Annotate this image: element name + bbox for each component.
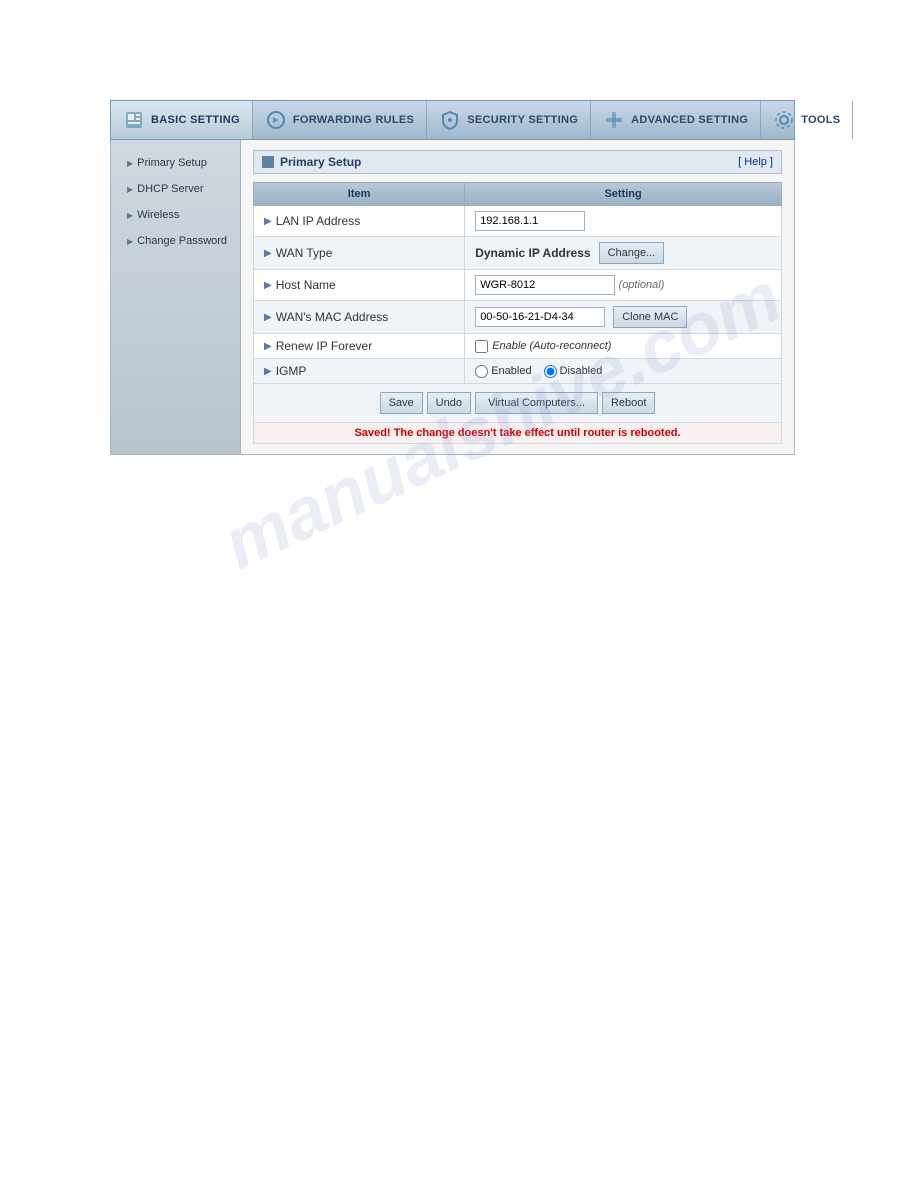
table-row: ▶ WAN Type Dynamic IP Address Change... bbox=[254, 237, 782, 270]
security-icon bbox=[439, 109, 461, 131]
tools-icon bbox=[773, 109, 795, 131]
forwarding-icon bbox=[265, 109, 287, 131]
bullet-icon: ▶ bbox=[127, 237, 133, 246]
top-nav: BASIC SETTING FORWARDING RULES SECURITY … bbox=[110, 100, 795, 140]
row-bullet-icon: ▶ bbox=[264, 216, 272, 227]
row-bullet-icon: ▶ bbox=[264, 248, 272, 259]
row-label-host-name: ▶ Host Name bbox=[254, 270, 465, 301]
sidebar-item-change-password[interactable]: ▶ Change Password bbox=[111, 228, 240, 254]
row-label-lan-ip: ▶ LAN IP Address bbox=[254, 206, 465, 237]
nav-tools[interactable]: TOOLS bbox=[761, 101, 853, 139]
nav-tools-label: TOOLS bbox=[801, 114, 840, 126]
row-label-wan-mac: ▶ WAN's MAC Address bbox=[254, 301, 465, 334]
row-setting-lan-ip bbox=[465, 206, 782, 237]
nav-security-label: SECURITY SETTING bbox=[467, 114, 578, 126]
advanced-icon bbox=[603, 109, 625, 131]
nav-security-setting[interactable]: SECURITY SETTING bbox=[427, 101, 591, 139]
sidebar-item-primary-setup[interactable]: ▶ Primary Setup bbox=[111, 150, 240, 176]
table-row: ▶ IGMP Enabled bbox=[254, 359, 782, 384]
virtual-computers-button[interactable]: Virtual Computers... bbox=[475, 392, 598, 414]
change-wan-button[interactable]: Change... bbox=[599, 242, 665, 264]
sidebar-item-dhcp-server[interactable]: ▶ DHCP Server bbox=[111, 176, 240, 202]
row-setting-igmp: Enabled Disabled bbox=[465, 359, 782, 384]
row-label-igmp: ▶ IGMP bbox=[254, 359, 465, 384]
row-bullet-icon: ▶ bbox=[264, 341, 272, 352]
action-row: Save Undo Virtual Computers... Reboot bbox=[253, 384, 782, 423]
igmp-enabled-label[interactable]: Enabled bbox=[475, 365, 531, 378]
settings-table: Item Setting ▶ LAN IP Address bbox=[253, 182, 782, 384]
content-panel: Primary Setup [ Help ] Item Setting bbox=[241, 140, 794, 454]
sidebar-label-change-password: Change Password bbox=[137, 235, 227, 247]
section-title: Primary Setup bbox=[262, 155, 361, 169]
label-lan-ip: LAN IP Address bbox=[276, 214, 361, 228]
igmp-disabled-label[interactable]: Disabled bbox=[544, 365, 603, 378]
section-header: Primary Setup [ Help ] bbox=[253, 150, 782, 174]
igmp-disabled-radio[interactable] bbox=[544, 365, 557, 378]
table-row: ▶ Host Name (optional) bbox=[254, 270, 782, 301]
row-setting-wan-mac: Clone MAC bbox=[465, 301, 782, 334]
bullet-icon: ▶ bbox=[127, 185, 133, 194]
igmp-radio-group: Enabled Disabled bbox=[475, 365, 771, 378]
label-renew-ip: Renew IP Forever bbox=[276, 339, 373, 353]
label-wan-type: WAN Type bbox=[276, 246, 333, 260]
nav-forwarding-rules[interactable]: FORWARDING RULES bbox=[253, 101, 427, 139]
row-label-renew-ip: ▶ Renew IP Forever bbox=[254, 334, 465, 359]
col-header-setting: Setting bbox=[465, 183, 782, 206]
wan-type-value: Dynamic IP Address bbox=[475, 246, 590, 260]
row-bullet-icon: ▶ bbox=[264, 280, 272, 291]
row-bullet-icon: ▶ bbox=[264, 366, 272, 377]
bullet-icon: ▶ bbox=[127, 159, 133, 168]
bullet-icon: ▶ bbox=[127, 211, 133, 220]
igmp-enabled-radio[interactable] bbox=[475, 365, 488, 378]
label-host-name: Host Name bbox=[276, 278, 336, 292]
main-area: ▶ Primary Setup ▶ DHCP Server ▶ Wireless… bbox=[110, 140, 795, 455]
igmp-disabled-text: Disabled bbox=[560, 365, 603, 377]
undo-button[interactable]: Undo bbox=[427, 392, 471, 414]
sidebar-label-dhcp-server: DHCP Server bbox=[137, 183, 203, 195]
basic-setting-icon bbox=[123, 109, 145, 131]
section-title-text: Primary Setup bbox=[280, 155, 361, 169]
label-igmp: IGMP bbox=[276, 364, 307, 378]
status-message: Saved! The change doesn't take effect un… bbox=[253, 423, 782, 444]
table-row: ▶ Renew IP Forever Enable (Auto-reconnec… bbox=[254, 334, 782, 359]
optional-label: (optional) bbox=[619, 279, 665, 291]
reboot-button[interactable]: Reboot bbox=[602, 392, 655, 414]
renew-ip-checkbox-text: Enable (Auto-reconnect) bbox=[492, 340, 611, 352]
renew-ip-checkbox[interactable] bbox=[475, 340, 488, 353]
nav-advanced-label: ADVANCED SETTING bbox=[631, 114, 748, 126]
col-header-item: Item bbox=[254, 183, 465, 206]
row-setting-wan-type: Dynamic IP Address Change... bbox=[465, 237, 782, 270]
wan-mac-input[interactable] bbox=[475, 307, 605, 327]
nav-forwarding-label: FORWARDING RULES bbox=[293, 114, 414, 126]
save-button[interactable]: Save bbox=[380, 392, 423, 414]
sidebar-label-primary-setup: Primary Setup bbox=[137, 157, 207, 169]
sidebar-item-wireless[interactable]: ▶ Wireless bbox=[111, 202, 240, 228]
clone-mac-button[interactable]: Clone MAC bbox=[613, 306, 687, 328]
nav-basic-setting-label: BASIC SETTING bbox=[151, 114, 240, 126]
table-row: ▶ LAN IP Address bbox=[254, 206, 782, 237]
host-name-input[interactable] bbox=[475, 275, 615, 295]
nav-advanced-setting[interactable]: ADVANCED SETTING bbox=[591, 101, 761, 139]
row-setting-host-name: (optional) bbox=[465, 270, 782, 301]
row-bullet-icon: ▶ bbox=[264, 312, 272, 323]
label-wan-mac: WAN's MAC Address bbox=[276, 310, 389, 324]
table-row: ▶ WAN's MAC Address Clone MAC bbox=[254, 301, 782, 334]
sidebar: ▶ Primary Setup ▶ DHCP Server ▶ Wireless… bbox=[111, 140, 241, 454]
help-link[interactable]: [ Help ] bbox=[738, 156, 773, 168]
igmp-enabled-text: Enabled bbox=[491, 365, 531, 377]
sidebar-label-wireless: Wireless bbox=[137, 209, 179, 221]
section-icon bbox=[262, 156, 274, 168]
nav-basic-setting[interactable]: BASIC SETTING bbox=[111, 101, 253, 139]
row-setting-renew-ip: Enable (Auto-reconnect) bbox=[465, 334, 782, 359]
lan-ip-input[interactable] bbox=[475, 211, 585, 231]
row-label-wan-type: ▶ WAN Type bbox=[254, 237, 465, 270]
table-header-row: Item Setting bbox=[254, 183, 782, 206]
renew-ip-checkbox-label[interactable]: Enable (Auto-reconnect) bbox=[475, 340, 771, 353]
